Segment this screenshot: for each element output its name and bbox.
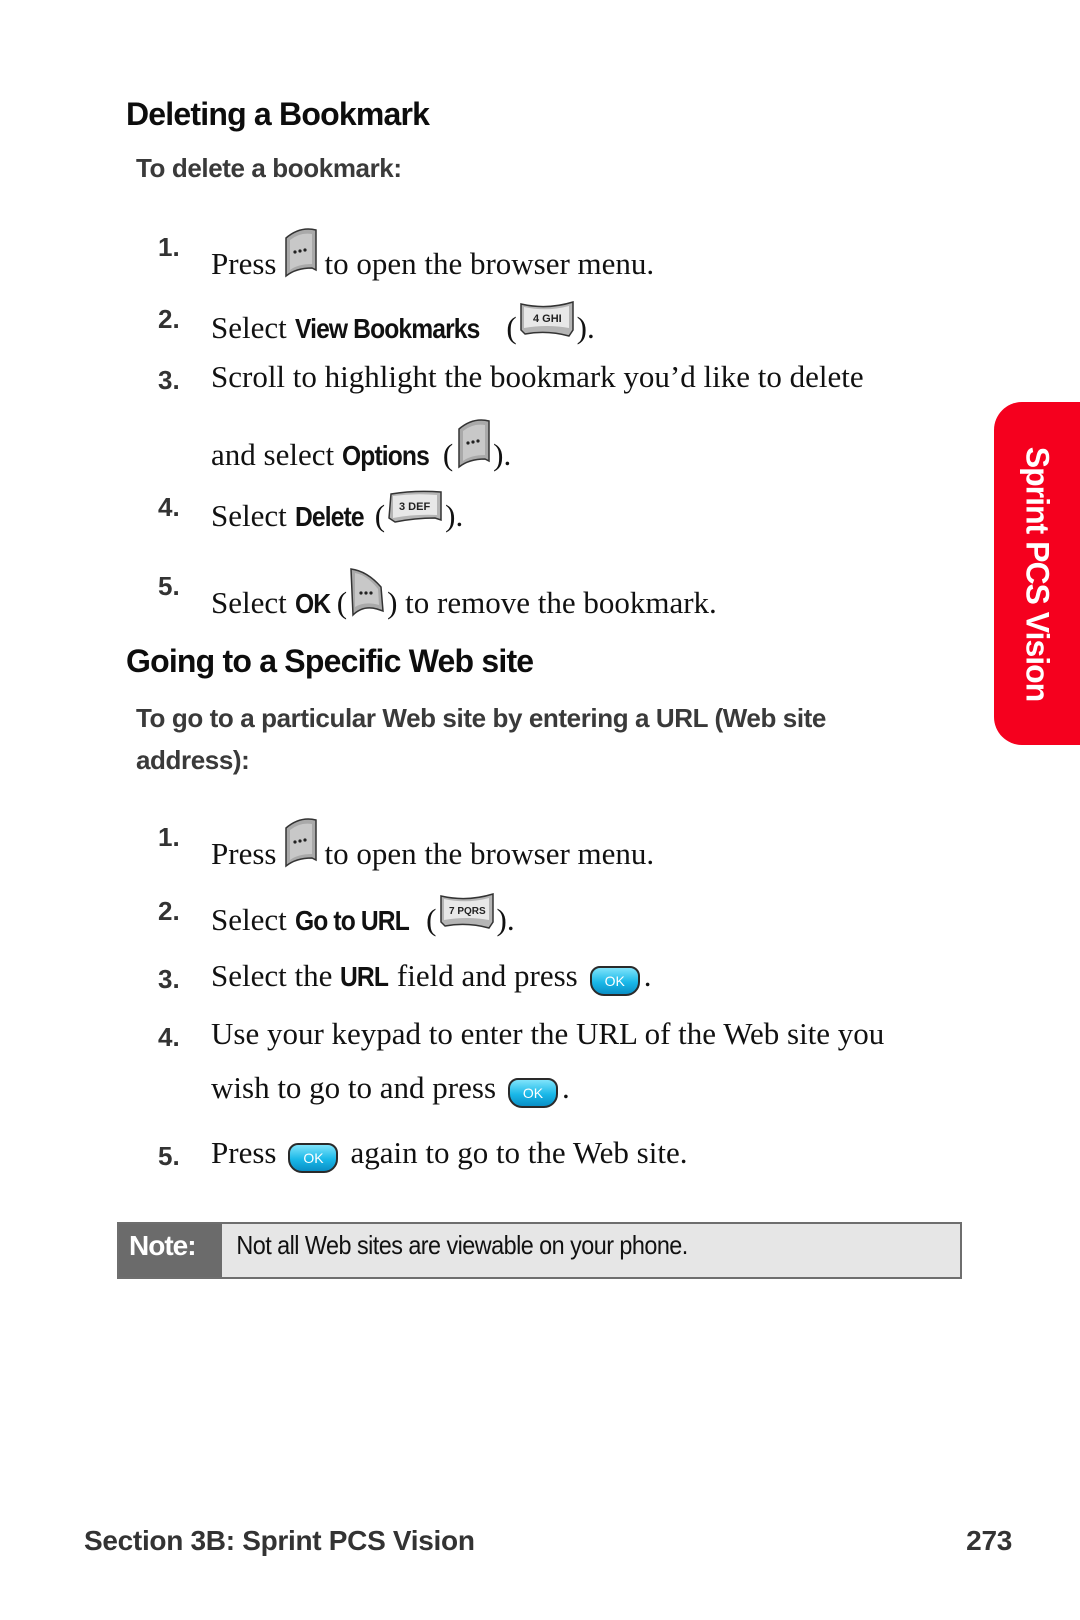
menu-option-delete: Delete <box>294 501 365 532</box>
list-item: 4. Use your keypad to enter the URL of t… <box>0 1018 1080 1118</box>
side-tab-label: Sprint PCS Vision <box>1019 446 1056 701</box>
step-text: field and press <box>396 958 578 993</box>
list-item: 3. Select the URL field and press OK . <box>0 960 1080 1000</box>
note-label: Note: <box>119 1224 222 1277</box>
step-number: 5. <box>158 571 180 601</box>
step-text: and select <box>211 437 335 472</box>
list-item: 2. Select View Bookmarks ( 4 GHI ). <box>0 300 1080 345</box>
keypad-3-icon: 3 DEF <box>387 488 443 523</box>
menu-softkey-icon <box>282 228 318 278</box>
svg-text:7 PQRS: 7 PQRS <box>449 906 486 917</box>
step-text: Select <box>211 310 287 345</box>
list-item: 5. Select OK ( ) to remove the bookmark. <box>0 567 1080 618</box>
ok-key-icon: OK <box>589 966 640 996</box>
paren: ) to remove the bookmark. <box>387 585 717 620</box>
step-text: . <box>643 958 652 993</box>
step-text: Select the <box>211 958 333 993</box>
list-item: 2. Select Go to URL ( 7 PQRS ). <box>0 892 1080 937</box>
section-heading-deleting-bookmark: Deleting a Bookmark <box>126 96 430 132</box>
paren: ( <box>374 498 386 533</box>
keypad-7-icon: 7 PQRS <box>439 892 495 929</box>
options-softkey-icon <box>455 419 491 469</box>
list-item: 3. Scroll to highlight the bookmark you’… <box>0 359 1080 470</box>
note-box: Note: Not all Web sites are viewable on … <box>117 1222 962 1279</box>
side-section-tab: Sprint PCS Vision <box>994 402 1080 745</box>
note-text: Not all Web sites are viewable on your p… <box>236 1230 688 1260</box>
svg-text:3 DEF: 3 DEF <box>399 501 430 513</box>
step-number: 1. <box>158 232 180 262</box>
paren: ( <box>426 902 437 937</box>
step-text: Use your keypad to enter the URL of the … <box>211 1016 885 1051</box>
step-text: Press <box>211 246 277 281</box>
menu-option-go-to-url: Go to URL <box>294 905 410 936</box>
step-text: . <box>562 1070 570 1105</box>
step-number: 4. <box>158 1022 180 1052</box>
ok-key-icon: OK <box>288 1143 339 1173</box>
ok-softkey-icon <box>349 567 385 617</box>
section-subheading: To go to a particular Web site by enteri… <box>136 703 826 733</box>
step-text: Select <box>211 585 287 620</box>
step-number: 3. <box>158 365 180 395</box>
paren: ). <box>493 437 512 472</box>
keypad-4-icon: 4 GHI <box>519 300 575 337</box>
list-item: 1. Press to open the browser menu. <box>0 818 1080 869</box>
step-text: Scroll to highlight the bookmark you’d l… <box>211 359 864 394</box>
step-text: wish to go to and press <box>211 1070 497 1105</box>
paren: ). <box>576 310 595 345</box>
page-number: 273 <box>966 1525 1012 1556</box>
paren: ( <box>336 585 348 620</box>
field-name-url: URL <box>340 961 389 992</box>
menu-option-options: Options <box>342 440 430 471</box>
step-number: 3. <box>158 964 180 994</box>
menu-option-view-bookmarks: View Bookmarks <box>294 313 480 344</box>
svg-text:4 GHI: 4 GHI <box>533 313 562 325</box>
step-text: Select <box>211 902 287 937</box>
section-subheading-continued: address): <box>136 745 250 775</box>
menu-option-ok: OK <box>294 588 331 619</box>
list-item: 1. Press to open the browser menu. <box>0 228 1080 279</box>
paren: ( <box>442 437 454 472</box>
list-item: 5. Press OK again to go to the Web site. <box>0 1137 1080 1177</box>
paren: ). <box>496 902 515 937</box>
paren: ( <box>506 310 517 345</box>
step-number: 5. <box>158 1141 180 1171</box>
step-text: to open the browser menu. <box>324 246 655 281</box>
step-text: Press <box>211 836 277 871</box>
step-text: again to go to the Web site. <box>350 1135 688 1170</box>
step-text: Press <box>211 1135 277 1170</box>
paren: ). <box>445 498 464 533</box>
step-number: 2. <box>158 896 180 926</box>
list-item: 4. Select Delete ( 3 DEF ). <box>0 488 1080 533</box>
section-heading-specific-website: Going to a Specific Web site <box>126 643 534 679</box>
step-number: 4. <box>158 492 180 522</box>
ok-key-icon: OK <box>508 1078 559 1108</box>
menu-softkey-icon <box>282 818 318 868</box>
step-text: to open the browser menu. <box>324 836 655 871</box>
footer-section-title: Section 3B: Sprint PCS Vision <box>84 1525 475 1556</box>
step-number: 1. <box>158 822 180 852</box>
section-subheading: To delete a bookmark: <box>136 153 402 183</box>
step-text: Select <box>211 498 287 533</box>
step-number: 2. <box>158 304 180 334</box>
